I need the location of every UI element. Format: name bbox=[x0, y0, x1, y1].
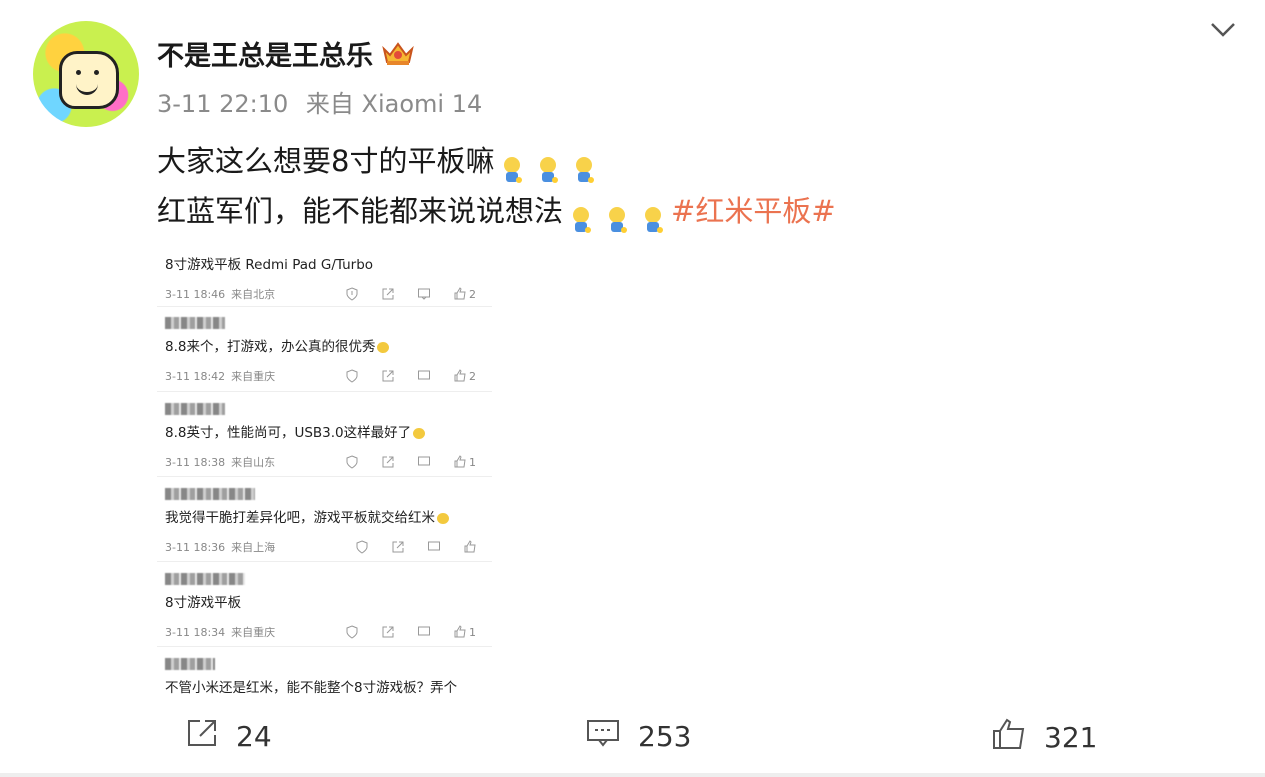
blurred-username bbox=[165, 317, 225, 329]
thumbs-up-icon bbox=[992, 718, 1026, 757]
comment-item: 8.8来个，打游戏，办公真的很优秀 3-11 18:42 来自重庆 2 bbox=[165, 317, 491, 383]
screenshot-title: 8寸游戏平板 Redmi Pad G/Turbo bbox=[165, 257, 374, 273]
like-count: 1 bbox=[469, 455, 476, 469]
post-source: 来自 Xiaomi 14 bbox=[305, 90, 483, 118]
bottom-divider bbox=[0, 773, 1265, 777]
blurred-username bbox=[165, 403, 225, 415]
comment-icon bbox=[586, 718, 620, 755]
comment-item: 我觉得干脆打差异化吧，游戏平板就交给红米 3-11 18:36 来自上海 bbox=[165, 488, 491, 554]
sweat-emoji-icon bbox=[641, 199, 665, 233]
sweat-emoji-icon bbox=[569, 199, 593, 233]
shield-icon bbox=[345, 625, 359, 639]
sweat-emoji-icon bbox=[605, 199, 629, 233]
comment-time: 3-11 18:38 bbox=[165, 455, 226, 469]
comment-icon bbox=[417, 287, 431, 301]
comment-time: 3-11 18:42 bbox=[165, 369, 226, 383]
shield-icon bbox=[355, 540, 369, 554]
sweat-emoji-icon bbox=[413, 427, 426, 439]
post-time[interactable]: 3-11 22:10 bbox=[157, 90, 288, 118]
username-row: 不是王总是王总乐 bbox=[157, 34, 415, 73]
comment-count: 253 bbox=[638, 720, 692, 753]
comment-text: 8寸游戏平板 bbox=[165, 595, 242, 611]
comment-meta: 3-11 18:42 来自重庆 2 bbox=[165, 369, 491, 383]
thumbs-up-icon bbox=[453, 455, 467, 469]
comment-text: 我觉得干脆打差异化吧，游戏平板就交给红米 bbox=[165, 506, 491, 526]
comment-button[interactable]: 253 bbox=[586, 718, 691, 755]
like-button[interactable]: 321 bbox=[992, 718, 1097, 757]
comment-icon bbox=[417, 625, 431, 639]
comment-text: 8.8来个，打游戏，办公真的很优秀 bbox=[165, 335, 491, 355]
comment-meta: 3-11 18:38 来自山东 1 bbox=[165, 455, 491, 469]
like-count: 2 bbox=[469, 287, 476, 301]
sweat-emoji-icon bbox=[536, 149, 560, 183]
share-icon bbox=[381, 455, 395, 469]
crown-icon bbox=[381, 41, 415, 67]
comment-location: 来自重庆 bbox=[231, 370, 276, 383]
post-text: 大家这么想要8寸的平板嘛 红蓝军们，能不能都来说说想法 #红米平板# bbox=[157, 136, 836, 236]
thumbs-up-icon bbox=[453, 625, 467, 639]
thumbs-up-icon bbox=[453, 369, 467, 383]
comment-item: 8寸游戏平板 3-11 18:34 来自重庆 1 bbox=[165, 573, 491, 639]
comment-location: 来自上海 bbox=[231, 541, 276, 554]
comment-time: 3-11 18:46 bbox=[165, 287, 226, 301]
comment-text: 不管小米还是红米，能不能整个8寸游戏板？弄个 bbox=[165, 680, 458, 696]
username[interactable]: 不是王总是王总乐 bbox=[157, 34, 373, 73]
laugh-emoji-icon bbox=[437, 512, 449, 524]
avatar[interactable] bbox=[33, 21, 139, 127]
share-icon bbox=[381, 287, 395, 301]
blurred-username bbox=[165, 573, 245, 585]
thumbs-up-icon bbox=[453, 287, 467, 301]
screenshot-title-item: 8寸游戏平板 Redmi Pad G/Turbo 3-11 18:46 来自北京… bbox=[165, 253, 491, 301]
share-icon bbox=[381, 369, 395, 383]
thumbs-up-icon bbox=[463, 540, 477, 554]
comment-location: 来自北京 bbox=[231, 288, 276, 301]
comment-location: 来自山东 bbox=[231, 456, 276, 469]
laugh-emoji-icon bbox=[377, 341, 390, 353]
post-line-2: 红蓝军们，能不能都来说说想法 #红米平板# bbox=[157, 186, 836, 236]
comment-location: 来自重庆 bbox=[231, 626, 276, 639]
like-count: 2 bbox=[469, 369, 476, 383]
post-line-2-text: 红蓝军们，能不能都来说说想法 bbox=[157, 194, 564, 228]
repost-count: 24 bbox=[236, 720, 272, 753]
comment-icon bbox=[427, 540, 441, 554]
share-icon bbox=[186, 718, 218, 755]
sweat-emoji-icon bbox=[500, 149, 524, 183]
comment-text: 8.8英寸，性能尚可，USB3.0这样最好了 bbox=[165, 421, 491, 441]
avatar-face-icon bbox=[59, 51, 119, 109]
share-icon bbox=[391, 540, 405, 554]
comment-icon bbox=[417, 455, 431, 469]
comment-meta: 3-11 18:36 来自上海 bbox=[165, 540, 491, 554]
comment-icon bbox=[417, 369, 431, 383]
comment-item: 不管小米还是红米，能不能整个8寸游戏板？弄个 bbox=[165, 658, 491, 696]
comment-item: 8.8英寸，性能尚可，USB3.0这样最好了 3-11 18:38 来自山东 1 bbox=[165, 403, 491, 469]
attached-image[interactable]: 8寸游戏平板 Redmi Pad G/Turbo 3-11 18:46 来自北京… bbox=[157, 245, 497, 700]
blurred-username bbox=[165, 488, 255, 500]
like-count: 321 bbox=[1044, 721, 1098, 754]
chevron-down-icon[interactable] bbox=[1208, 18, 1238, 42]
sweat-emoji-icon bbox=[572, 149, 596, 183]
like-count: 1 bbox=[469, 625, 476, 639]
comment-meta: 3-11 18:34 来自重庆 1 bbox=[165, 625, 491, 639]
blurred-username bbox=[165, 658, 215, 670]
post-line-1: 大家这么想要8寸的平板嘛 bbox=[157, 136, 836, 186]
comment-time: 3-11 18:34 bbox=[165, 625, 226, 639]
shield-icon bbox=[345, 455, 359, 469]
comment-meta: 3-11 18:46 来自北京 2 bbox=[165, 287, 491, 301]
post-line-1-text: 大家这么想要8寸的平板嘛 bbox=[157, 144, 495, 178]
repost-button[interactable]: 24 bbox=[186, 718, 272, 755]
shield-icon bbox=[345, 369, 359, 383]
hashtag-link[interactable]: #红米平板# bbox=[671, 194, 836, 228]
comment-time: 3-11 18:36 bbox=[165, 540, 226, 554]
post-meta: 3-11 22:10 来自 Xiaomi 14 bbox=[157, 84, 482, 119]
shield-icon bbox=[345, 287, 359, 301]
share-icon bbox=[381, 625, 395, 639]
